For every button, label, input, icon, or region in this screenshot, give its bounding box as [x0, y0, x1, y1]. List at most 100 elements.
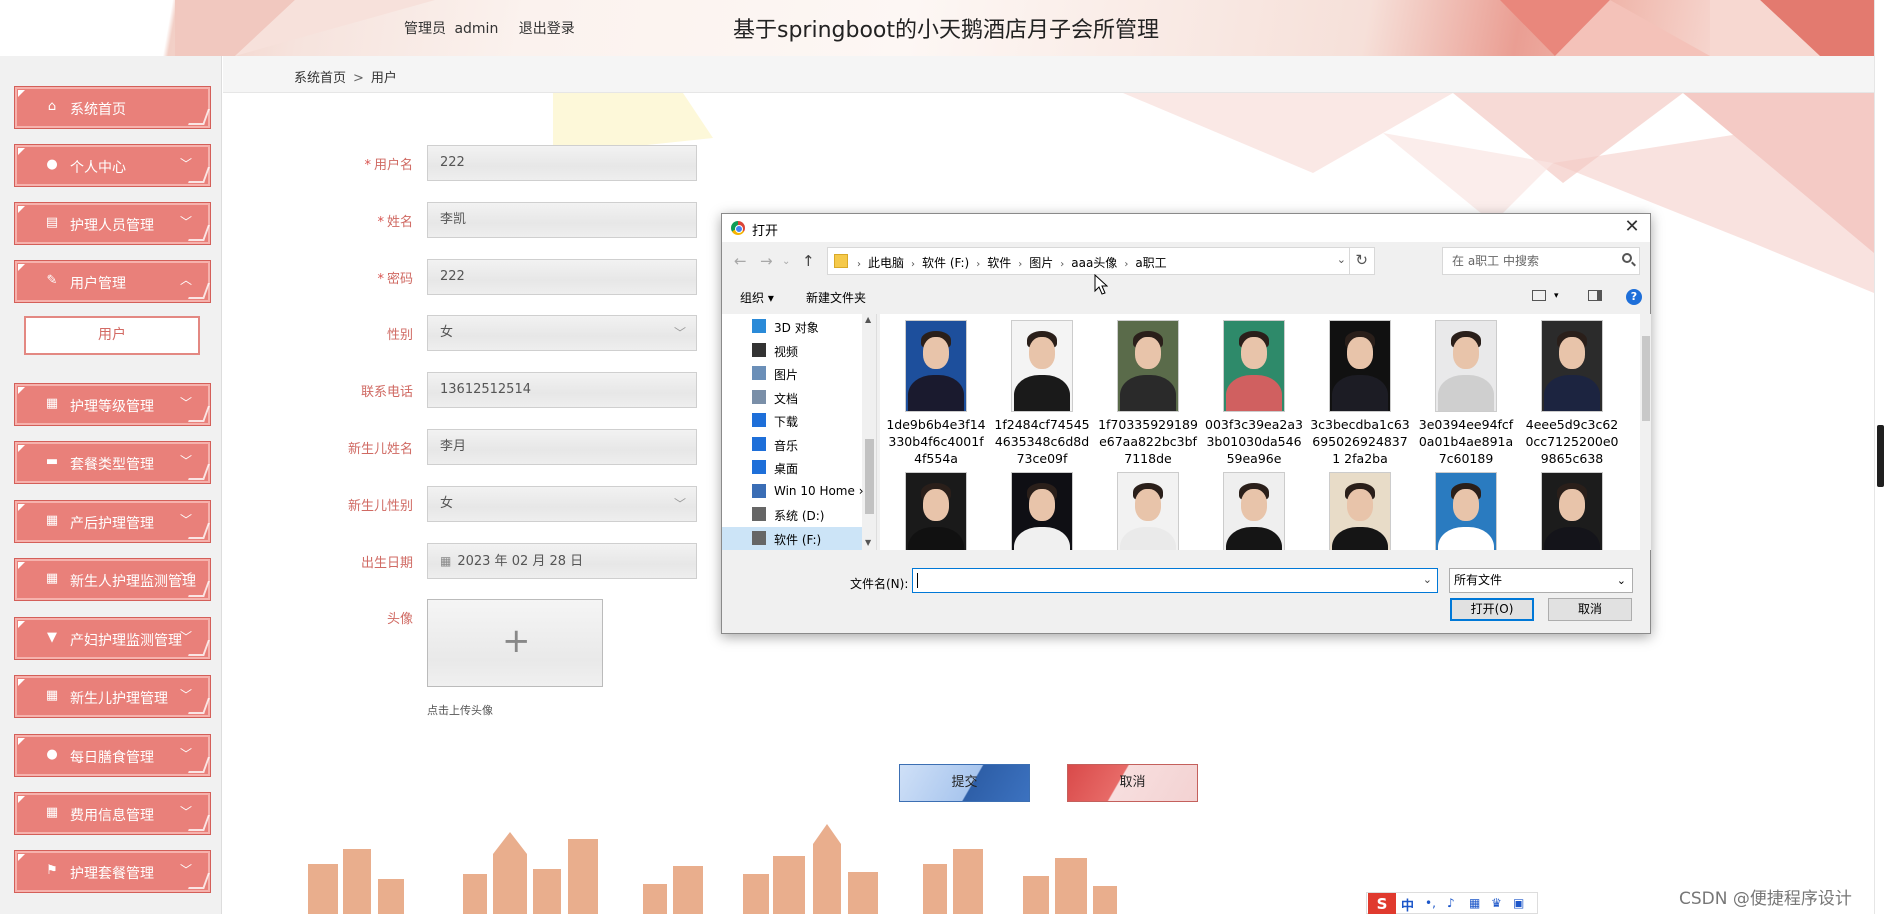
tree-scrollbar[interactable]: ▲ ▼ [862, 314, 876, 550]
sidebar-item-2[interactable]: ● 个人中心 ﹀ [14, 144, 211, 187]
sidebar-item-7[interactable]: ▦ 产后护理管理 ﹀ [14, 500, 211, 543]
tree-item-label: 桌面 [774, 462, 799, 476]
sidebar-item-1[interactable]: ⌂ 系统首页 [14, 86, 211, 129]
path-separator-icon[interactable]: › [1018, 259, 1022, 270]
tree-item[interactable]: 3D 对象 [722, 315, 862, 338]
birth-date-input[interactable]: ▦ 2023 年 02 月 28 日 [427, 543, 697, 579]
tree-item[interactable]: 音乐 [722, 433, 862, 456]
file-item[interactable] [1416, 472, 1516, 550]
view-dropdown-icon[interactable]: ▾ [1554, 291, 1559, 301]
tree-item[interactable]: Win 10 Home › [722, 480, 864, 503]
path-segment[interactable]: aaa头像 [1071, 256, 1117, 270]
cancel-button[interactable]: 取消 [1067, 764, 1198, 802]
filetype-select[interactable]: 所有文件 ⌄ [1449, 568, 1633, 593]
help-icon[interactable]: ? [1626, 289, 1642, 305]
filename-input[interactable]: ⌄ [912, 568, 1438, 593]
baby-name-input[interactable]: 李月 [427, 429, 697, 465]
phone-input[interactable]: 13612512514 [427, 372, 697, 408]
baby-gender-select[interactable]: 女 ﹀ [427, 486, 697, 522]
ime-mode[interactable]: 中 [1401, 895, 1414, 914]
search-input[interactable]: 在 a职工 中搜索 [1442, 247, 1640, 275]
submit-button[interactable]: 提交 [899, 764, 1030, 802]
tree-item[interactable]: 下载 [722, 409, 862, 432]
tree-item[interactable]: 文档 [722, 386, 862, 409]
logout-link[interactable]: 退出登录 [519, 21, 575, 37]
file-item[interactable] [886, 472, 986, 550]
up-arrow-icon[interactable]: ↑ [802, 252, 815, 270]
sidebar-item-13[interactable]: ⚑ 护理套餐管理 ﹀ [14, 850, 211, 893]
name-input[interactable]: 李凯 [427, 202, 697, 238]
sidebar-item-11[interactable]: ● 每日膳食管理 ﹀ [14, 734, 211, 777]
refresh-icon[interactable]: ↻ [1355, 251, 1368, 269]
ime-toolbar[interactable]: S 中 •, ♪ ▦ ♛ ▣ [1366, 892, 1538, 914]
forward-arrow-icon[interactable]: → [760, 252, 773, 270]
tree-item[interactable]: 视频 [722, 339, 862, 362]
close-icon[interactable]: ✕ [1622, 216, 1642, 237]
view-options-icon[interactable] [1532, 290, 1546, 301]
path-segment[interactable]: 软件 (F:) [922, 256, 969, 270]
preview-pane-icon[interactable] [1588, 290, 1602, 301]
microphone-icon[interactable]: ♪ [1447, 896, 1459, 910]
avatar-upload[interactable]: + [427, 599, 603, 687]
tree-item[interactable]: 软件 (F:) [722, 526, 862, 550]
sidebar-item-4[interactable]: ✎ 用户管理 ︿ [14, 260, 211, 303]
file-item[interactable] [992, 472, 1092, 550]
page-scrollbar[interactable] [1874, 0, 1885, 914]
path-separator-icon[interactable]: › [911, 259, 915, 270]
skin-icon[interactable]: ♛ [1491, 896, 1503, 910]
path-segment[interactable]: 此电脑 [868, 256, 904, 270]
file-item[interactable]: 003f3c39ea2a33b01030da54659ea96e [1204, 320, 1304, 467]
file-item[interactable]: 4eee5d9c3c620cc7125200e09865c638 [1522, 320, 1622, 467]
path-segment[interactable]: a职工 [1135, 256, 1166, 270]
sidebar-item-3[interactable]: ▤ 护理人员管理 ﹀ [14, 202, 211, 245]
file-item[interactable]: 1f70335929189e67aa822bc3bf7118de [1098, 320, 1198, 467]
path-separator-icon[interactable]: › [1124, 259, 1128, 270]
file-item[interactable]: 1de9b6b4e3f14330b4f6c4001f4f554a [886, 320, 986, 467]
chevron-down-icon[interactable]: ⌄ [1423, 573, 1432, 586]
chevron-down-icon[interactable]: ⌄ [1337, 253, 1346, 266]
punctuation-icon[interactable]: •, [1425, 896, 1437, 910]
new-folder-button[interactable]: 新建文件夹 [806, 289, 866, 306]
gender-select[interactable]: 女 ﹀ [427, 315, 697, 351]
password-input[interactable]: 222 [427, 259, 697, 295]
toolbox-icon[interactable]: ▣ [1513, 896, 1525, 910]
file-item[interactable]: 3c3becdba1c636950269248371 2fa2ba [1310, 320, 1410, 467]
tree-item[interactable]: 系统 (D:) [722, 503, 862, 526]
scroll-down-icon[interactable]: ▼ [865, 538, 871, 547]
file-item[interactable]: 3e0394ee94fcf0a01b4ae891a7c60189 [1416, 320, 1516, 467]
tree-item[interactable]: 图片 [722, 362, 862, 385]
file-item[interactable] [1204, 472, 1304, 550]
sidebar-item-9[interactable]: ▼ 产妇护理监测管理 ﹀ [14, 617, 211, 660]
organize-menu[interactable]: 组织 ▾ [740, 289, 774, 306]
file-list-scrollbar[interactable] [1640, 314, 1651, 550]
sidebar-item-5[interactable]: ▦ 护理等级管理 ﹀ [14, 383, 211, 426]
file-item[interactable]: 1f2484cf745454635348c6d8d73ce09f [992, 320, 1092, 467]
file-item[interactable] [1522, 472, 1622, 550]
username-input[interactable]: 222 [427, 145, 697, 181]
tree-scroll-thumb[interactable] [865, 439, 874, 514]
path-separator-icon[interactable]: › [857, 259, 861, 270]
address-bar[interactable]: › 此电脑 › 软件 (F:) › 软件 › 图片 › aaa头像 › a职工 ⌄ ↻ [827, 247, 1375, 275]
sidebar-item-8[interactable]: ▦ 新生人护理监测管理 ﹀ [14, 558, 211, 601]
sidebar-item-label: 护理人员管理 [70, 218, 154, 234]
scroll-up-icon[interactable]: ▲ [865, 315, 871, 324]
keyboard-icon[interactable]: ▦ [1469, 896, 1481, 910]
open-button[interactable]: 打开(O) [1450, 598, 1534, 621]
path-segment[interactable]: 软件 [987, 256, 1011, 270]
recent-dropdown-icon[interactable]: ⌄ [782, 256, 790, 267]
path-separator-icon[interactable]: › [976, 259, 980, 270]
back-arrow-icon[interactable]: ← [734, 252, 747, 270]
dialog-cancel-button[interactable]: 取消 [1548, 598, 1632, 621]
sidebar-subitem-user[interactable]: 用户 [24, 316, 200, 355]
file-item[interactable] [1098, 472, 1198, 550]
path-separator-icon[interactable]: › [1060, 259, 1064, 270]
sidebar-item-12[interactable]: ▦ 费用信息管理 ﹀ [14, 792, 211, 835]
sidebar-item-10[interactable]: ▦ 新生儿护理管理 ﹀ [14, 675, 211, 718]
tree-item[interactable]: 桌面 [722, 456, 862, 479]
breadcrumb-home[interactable]: 系统首页 [294, 71, 346, 86]
path-segment[interactable]: 图片 [1029, 256, 1053, 270]
file-item[interactable] [1310, 472, 1410, 550]
scrollbar-thumb[interactable] [1877, 425, 1884, 487]
file-scroll-thumb[interactable] [1642, 336, 1650, 421]
sidebar-item-6[interactable]: ▬ 套餐类型管理 ﹀ [14, 441, 211, 484]
